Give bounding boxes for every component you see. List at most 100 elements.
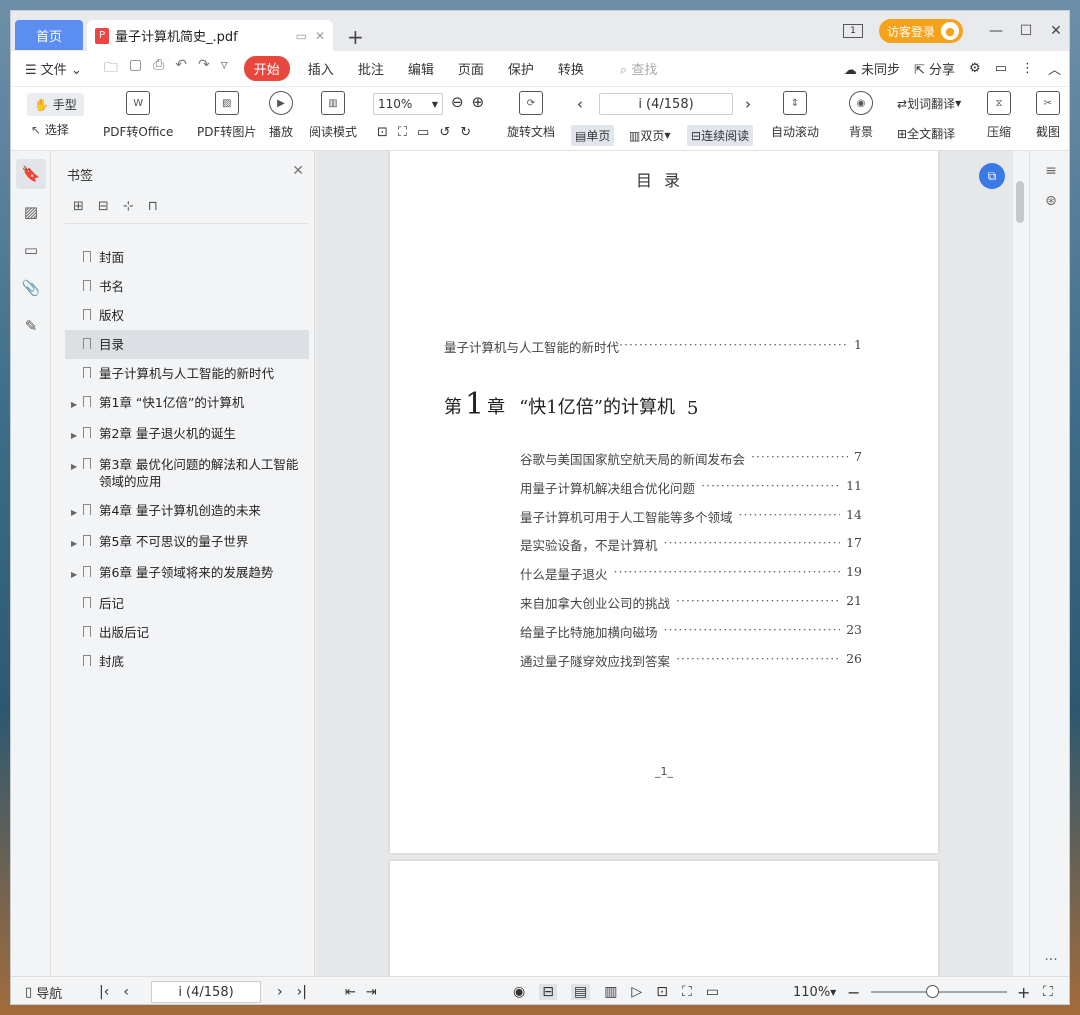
- prev-page-icon[interactable]: ‹: [577, 95, 583, 113]
- auto-scroll-button[interactable]: ⇕ 自动滚动: [771, 91, 819, 140]
- vertical-scrollbar[interactable]: [1013, 151, 1027, 976]
- file-menu[interactable]: ☰ 文件 ⌄: [11, 59, 94, 78]
- bookmark-item[interactable]: 书名: [65, 272, 309, 301]
- rotate-left-icon[interactable]: ↺: [439, 125, 450, 140]
- redo-icon[interactable]: ↷: [198, 57, 210, 81]
- continuous-read-button[interactable]: ⊟ 连续阅读: [687, 125, 754, 146]
- bookmark-item[interactable]: 封底: [65, 647, 309, 676]
- eye-icon[interactable]: ◉: [513, 984, 525, 1000]
- zoom-dropdown[interactable]: 110% ▼: [793, 977, 836, 1004]
- toc-entry[interactable]: 来自加拿大创业公司的挑战 ····························…: [520, 593, 862, 612]
- play-icon[interactable]: ▷: [631, 984, 642, 1000]
- prev-page-icon[interactable]: ‹: [123, 984, 129, 1000]
- toc-chapter-heading[interactable]: 第 1 章 “快1亿倍”的计算机 5: [444, 390, 698, 420]
- more-horizontal-icon[interactable]: ···: [1030, 952, 1069, 968]
- bookmark-item[interactable]: ▶ 第2章 量子退火机的诞生: [65, 419, 309, 450]
- menu-edit[interactable]: 编辑: [396, 59, 446, 78]
- collapse-all-icon[interactable]: ⊟: [98, 199, 109, 214]
- next-page-icon[interactable]: ›: [745, 95, 751, 113]
- expand-arrow-icon[interactable]: ▶: [71, 394, 83, 413]
- double-page-icon[interactable]: ▥: [604, 984, 617, 1000]
- navigation-toggle[interactable]: ▯ 导航: [25, 977, 62, 1004]
- actual-size-icon[interactable]: ⊡: [656, 984, 668, 1000]
- bookmark-item[interactable]: ▶ 第6章 量子领域将来的发展趋势: [65, 558, 309, 589]
- pin-tab-icon[interactable]: ▭: [296, 29, 307, 43]
- zoom-in-button[interactable]: +: [1017, 977, 1030, 1004]
- print-icon[interactable]: ⎙: [153, 57, 164, 81]
- menu-protect[interactable]: 保护: [496, 59, 546, 78]
- rotate-document-button[interactable]: ⟳ 旋转文档: [507, 91, 555, 140]
- bookmark-item[interactable]: ▶ 第5章 不可思议的量子世界: [65, 527, 309, 558]
- maximize-button[interactable]: ☐: [1011, 23, 1041, 39]
- forward-icon[interactable]: ⇥: [366, 985, 377, 1000]
- float-tool-icon[interactable]: ⧉: [979, 163, 1005, 189]
- toc-entry-intro[interactable]: 量子计算机与人工智能的新时代 ·························…: [444, 337, 862, 356]
- fit-page-icon[interactable]: ⛶: [398, 125, 407, 140]
- bookmark-item[interactable]: 后记: [65, 589, 309, 618]
- toc-entry[interactable]: 用量子计算机解决组合优化问题 ··························…: [520, 478, 862, 497]
- fullscreen-icon[interactable]: ⛶: [1043, 977, 1053, 1004]
- last-page-icon[interactable]: ›|: [297, 984, 307, 1000]
- document-tab[interactable]: P 量子计算机简史_.pdf ▭ ✕: [87, 20, 333, 51]
- undo-icon[interactable]: ↶: [175, 57, 187, 81]
- bookmark-panel-icon[interactable]: 🔖: [16, 159, 46, 189]
- start-tab[interactable]: 开始: [243, 56, 290, 81]
- back-icon[interactable]: ⇤: [345, 985, 356, 1000]
- collapse-ribbon-icon[interactable]: ︿: [1048, 59, 1061, 78]
- expand-arrow-icon[interactable]: ▶: [71, 502, 83, 521]
- pdf-to-office-button[interactable]: W PDF转Office: [103, 91, 173, 140]
- read-mode-button[interactable]: ▥ 阅读模式: [309, 91, 357, 140]
- menu-page[interactable]: 页面: [446, 59, 496, 78]
- document-viewport[interactable]: 目录 量子计算机与人工智能的新时代 ······················…: [316, 151, 1026, 976]
- actual-size-icon[interactable]: ⊡: [377, 125, 388, 140]
- double-page-button[interactable]: ▥ 双页 ▼: [625, 125, 675, 146]
- single-page-button[interactable]: ▤ 单页: [571, 125, 615, 146]
- background-button[interactable]: ◉ 背景: [849, 91, 873, 140]
- sync-status[interactable]: ☁ 未同步: [844, 59, 900, 78]
- new-tab-button[interactable]: +: [347, 25, 364, 49]
- bookmark-item[interactable]: 量子计算机与人工智能的新时代: [65, 359, 309, 388]
- bookmark-item[interactable]: 出版后记: [65, 618, 309, 647]
- hand-tool-button[interactable]: ✋ 手型: [27, 93, 84, 116]
- minimize-button[interactable]: —: [981, 23, 1011, 39]
- word-translate-button[interactable]: ⇄ 划词翻译 ▼: [897, 95, 961, 112]
- save-icon[interactable]: ▢: [129, 57, 142, 81]
- window-layout-icon[interactable]: 1: [842, 24, 863, 38]
- toc-entry[interactable]: 什么是量子退火 ·································…: [520, 564, 862, 583]
- thumbnail-icon[interactable]: ▨: [16, 197, 46, 227]
- more-vertical-icon[interactable]: ⋮: [1021, 61, 1034, 76]
- bookmark-icon[interactable]: ⊓: [148, 199, 158, 214]
- bookmark-item[interactable]: ▶ 第3章 最优化问题的解法和人工智能领域的应用: [65, 450, 309, 496]
- guest-login-button[interactable]: 访客登录 ●: [878, 19, 963, 43]
- share-button[interactable]: ⇱ 分享: [914, 59, 955, 78]
- menu-insert[interactable]: 插入: [296, 59, 346, 78]
- fit-page-icon[interactable]: ⛶: [682, 984, 692, 1000]
- attachment-icon[interactable]: 📎: [16, 273, 46, 303]
- menu-convert[interactable]: 转换: [546, 59, 596, 78]
- status-page-input[interactable]: i (4/158): [151, 981, 261, 1003]
- bookmark-item[interactable]: ▶ 第1章 “快1亿倍”的计算机: [65, 388, 309, 419]
- zoom-out-button[interactable]: −: [847, 977, 860, 1004]
- compress-button[interactable]: ⧖ 压缩: [987, 91, 1011, 140]
- toc-entry[interactable]: 是实验设备，不是计算机 ·····························…: [520, 535, 862, 554]
- expand-arrow-icon[interactable]: ▶: [71, 533, 83, 552]
- toc-entry[interactable]: 给量子比特施加横向磁场 ·····························…: [520, 622, 862, 641]
- toc-entry[interactable]: 谷歌与美国国家航空航天局的新闻发布会 ······················…: [520, 449, 862, 468]
- single-page-icon[interactable]: ▤: [570, 984, 591, 1000]
- signature-icon[interactable]: ✎: [16, 311, 46, 341]
- comment-icon[interactable]: ▭: [995, 61, 1007, 76]
- rotate-right-icon[interactable]: ↻: [460, 125, 471, 140]
- expand-arrow-icon[interactable]: ▶: [71, 456, 83, 475]
- zoom-in-icon[interactable]: ⊕: [472, 93, 485, 111]
- play-button[interactable]: ▶ 播放: [269, 91, 293, 140]
- first-page-icon[interactable]: |‹: [99, 984, 109, 1000]
- menu-annotate[interactable]: 批注: [346, 59, 396, 78]
- home-tab[interactable]: 首页: [15, 20, 83, 50]
- expand-arrow-icon[interactable]: ▶: [71, 564, 83, 583]
- scrollbar-thumb[interactable]: [1016, 181, 1024, 223]
- close-window-button[interactable]: ✕: [1041, 23, 1069, 39]
- toc-entry[interactable]: 量子计算机可用于人工智能等多个领域 ·······················…: [520, 507, 862, 526]
- next-page-icon[interactable]: ›: [277, 984, 283, 1000]
- menu-lines-icon[interactable]: ≡: [1030, 163, 1069, 179]
- pdf-to-image-button[interactable]: ▨ PDF转图片: [197, 91, 256, 140]
